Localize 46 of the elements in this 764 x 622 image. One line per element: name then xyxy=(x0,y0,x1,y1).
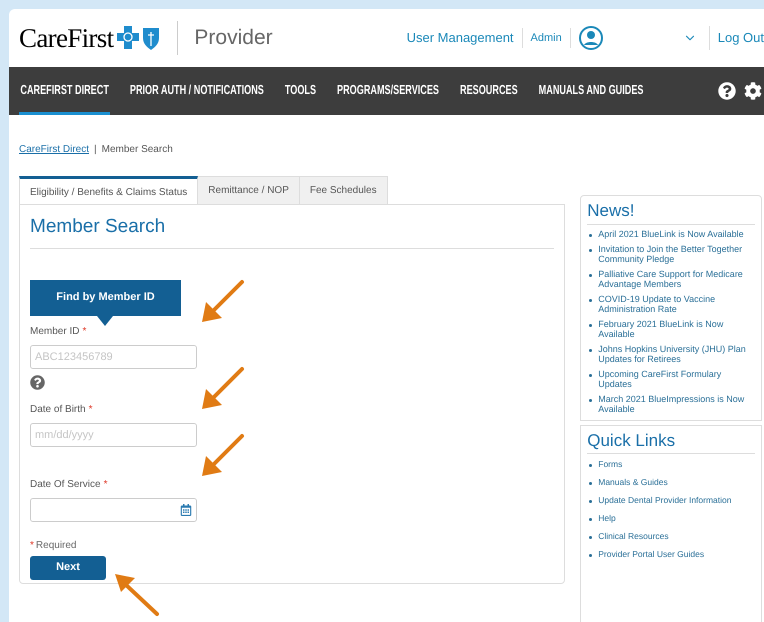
quick-link[interactable]: Help xyxy=(598,513,616,523)
required-mark: * xyxy=(88,402,92,416)
quick-link[interactable]: Forms xyxy=(598,459,622,469)
news-link[interactable]: March 2021 BlueImpressions is Now Available xyxy=(598,394,755,414)
breadcrumb-current: Member Search xyxy=(102,143,173,157)
header-link[interactable]: User Management xyxy=(398,28,522,48)
field-label: Date Of Service xyxy=(30,478,101,492)
form-title: Member Search xyxy=(30,213,554,248)
field-label: Member ID xyxy=(30,324,80,338)
quick-link[interactable]: Provider Portal User Guides xyxy=(598,549,704,559)
find-by-member-id-button[interactable]: Find by Member ID xyxy=(30,280,181,316)
news-title: News! xyxy=(587,198,755,224)
required-mark: * xyxy=(104,478,108,492)
news-link[interactable]: February 2021 BlueLink is Now Available xyxy=(598,318,755,338)
required-mark: * xyxy=(30,538,34,552)
breadcrumb-link[interactable]: CareFirst Direct xyxy=(19,142,90,157)
tab[interactable]: Fee Schedules xyxy=(300,176,388,204)
logo-text: CareFirst xyxy=(19,22,114,55)
news-link[interactable]: COVID-19 Update to Vaccine Administration Rate xyxy=(598,294,755,314)
nav-item[interactable]: TOOLS xyxy=(283,67,318,115)
text-field[interactable]: ABC123456789 xyxy=(30,344,197,368)
nav-item[interactable]: PROGRAMS/SERVICES xyxy=(336,67,440,115)
quick-link[interactable]: Update Dental Provider Information xyxy=(598,495,732,505)
product-name: Provider xyxy=(194,25,273,52)
news-link[interactable]: Johns Hopkins University (JHU) Plan Updates for Retirees xyxy=(598,344,755,364)
quick-links-title: Quick Links xyxy=(587,428,755,454)
logout-link[interactable]: Log Out xyxy=(710,28,764,48)
quick-link[interactable]: Clinical Resources xyxy=(598,531,669,541)
quick-link[interactable]: Manuals & Guides xyxy=(598,477,668,487)
field-label: Date of Birth xyxy=(30,402,86,416)
nav-item[interactable]: PRIOR AUTH / NOTIFICATIONS xyxy=(128,67,266,115)
header-link[interactable]: Admin xyxy=(522,30,570,46)
breadcrumb-separator: | xyxy=(94,143,97,157)
required-mark: * xyxy=(82,324,86,338)
tab[interactable]: Eligibility / Benefits & Claims Status xyxy=(19,176,198,205)
nav-item[interactable]: RESOURCES xyxy=(458,67,520,115)
tab[interactable]: Remittance / NOP xyxy=(198,176,300,204)
nav-item[interactable]: MANUALS AND GUIDES xyxy=(537,67,645,115)
news-link[interactable]: Invitation to Join the Better Together Community Pledge xyxy=(598,244,755,264)
news-link[interactable]: Palliative Care Support for Medicare Advantage Members xyxy=(598,268,755,288)
nav-item[interactable]: CAREFIRST DIRECT xyxy=(19,67,110,115)
required-note: Required xyxy=(36,538,76,552)
news-link[interactable]: April 2021 BlueLink is Now Available xyxy=(598,228,748,238)
text-field[interactable]: mm/dd/yyyy xyxy=(30,422,197,446)
next-button[interactable]: Next xyxy=(30,556,106,580)
news-link[interactable]: Upcoming CareFirst Formulary Updates xyxy=(598,368,755,388)
